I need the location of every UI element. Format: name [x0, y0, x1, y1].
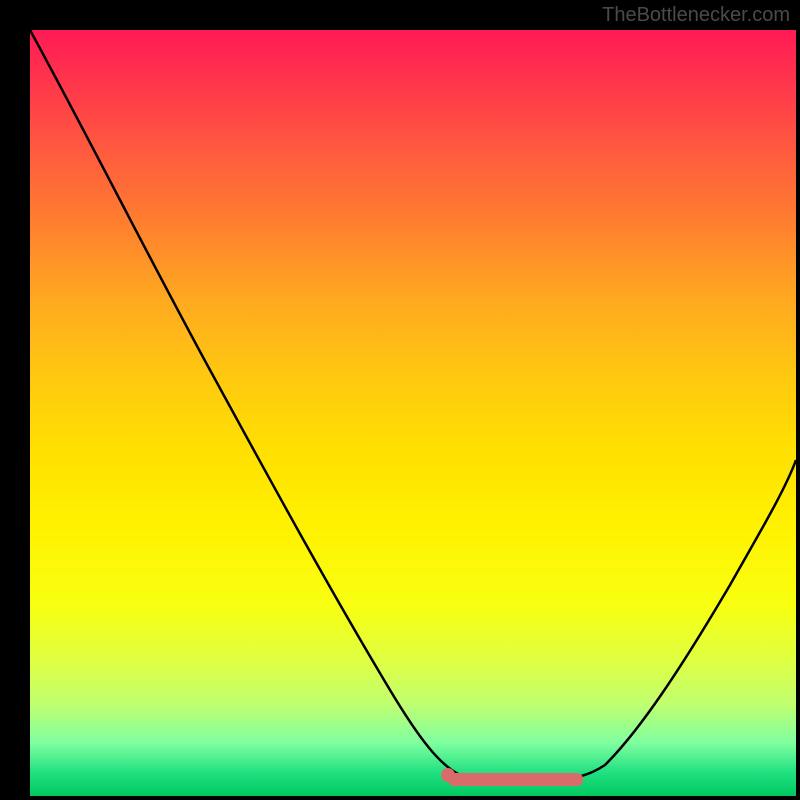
highlight-dot — [441, 768, 455, 782]
optimal-range-band — [448, 773, 583, 786]
chart-svg — [30, 30, 796, 796]
chart-container — [30, 30, 796, 796]
watermark-text: TheBottlenecker.com — [602, 4, 790, 27]
bottleneck-curve-line — [30, 30, 796, 781]
